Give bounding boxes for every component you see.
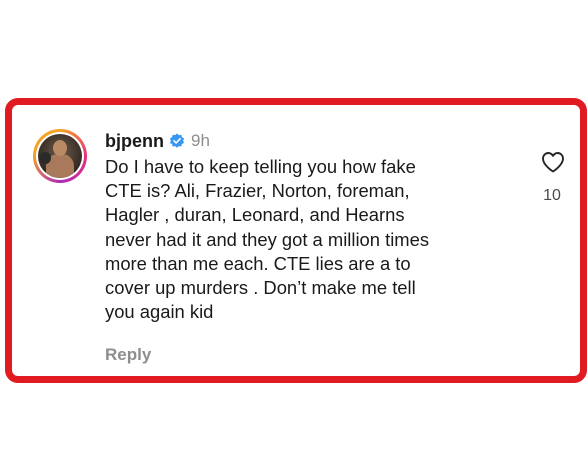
avatar-ring xyxy=(36,132,84,180)
comment-header: bjpenn 9h xyxy=(105,130,210,152)
heart-icon[interactable] xyxy=(541,151,565,173)
comment-timestamp: 9h xyxy=(191,131,210,150)
avatar-photo-glove xyxy=(40,152,51,164)
highlight-frame: bjpenn 9h Do I have to keep telling you … xyxy=(5,98,587,383)
comment-line: you again kid xyxy=(105,301,214,323)
comment-line: Do I have to keep telling you how fake xyxy=(105,156,416,177)
comment-line: cover up murders . Don’t make me tell xyxy=(105,277,416,299)
comment-text: Do I have to keep telling you how fake C… xyxy=(105,155,525,324)
comment-line: never had it and they got a million time… xyxy=(105,228,430,250)
reply-button[interactable]: Reply xyxy=(105,345,151,365)
like-count: 10 xyxy=(543,187,561,204)
comment-line: Hagler , duran, Leonard, and Hearns xyxy=(105,204,405,226)
verified-badge-icon xyxy=(169,133,185,149)
comment-line: CTE is? Ali, Frazier, Norton, foreman, xyxy=(105,180,410,202)
username-link[interactable]: bjpenn xyxy=(105,131,164,152)
comment-line: more than me each. CTE lies are a to xyxy=(105,252,411,274)
avatar-photo xyxy=(38,134,82,178)
avatar-photo-head xyxy=(53,140,67,156)
avatar[interactable] xyxy=(33,129,87,183)
